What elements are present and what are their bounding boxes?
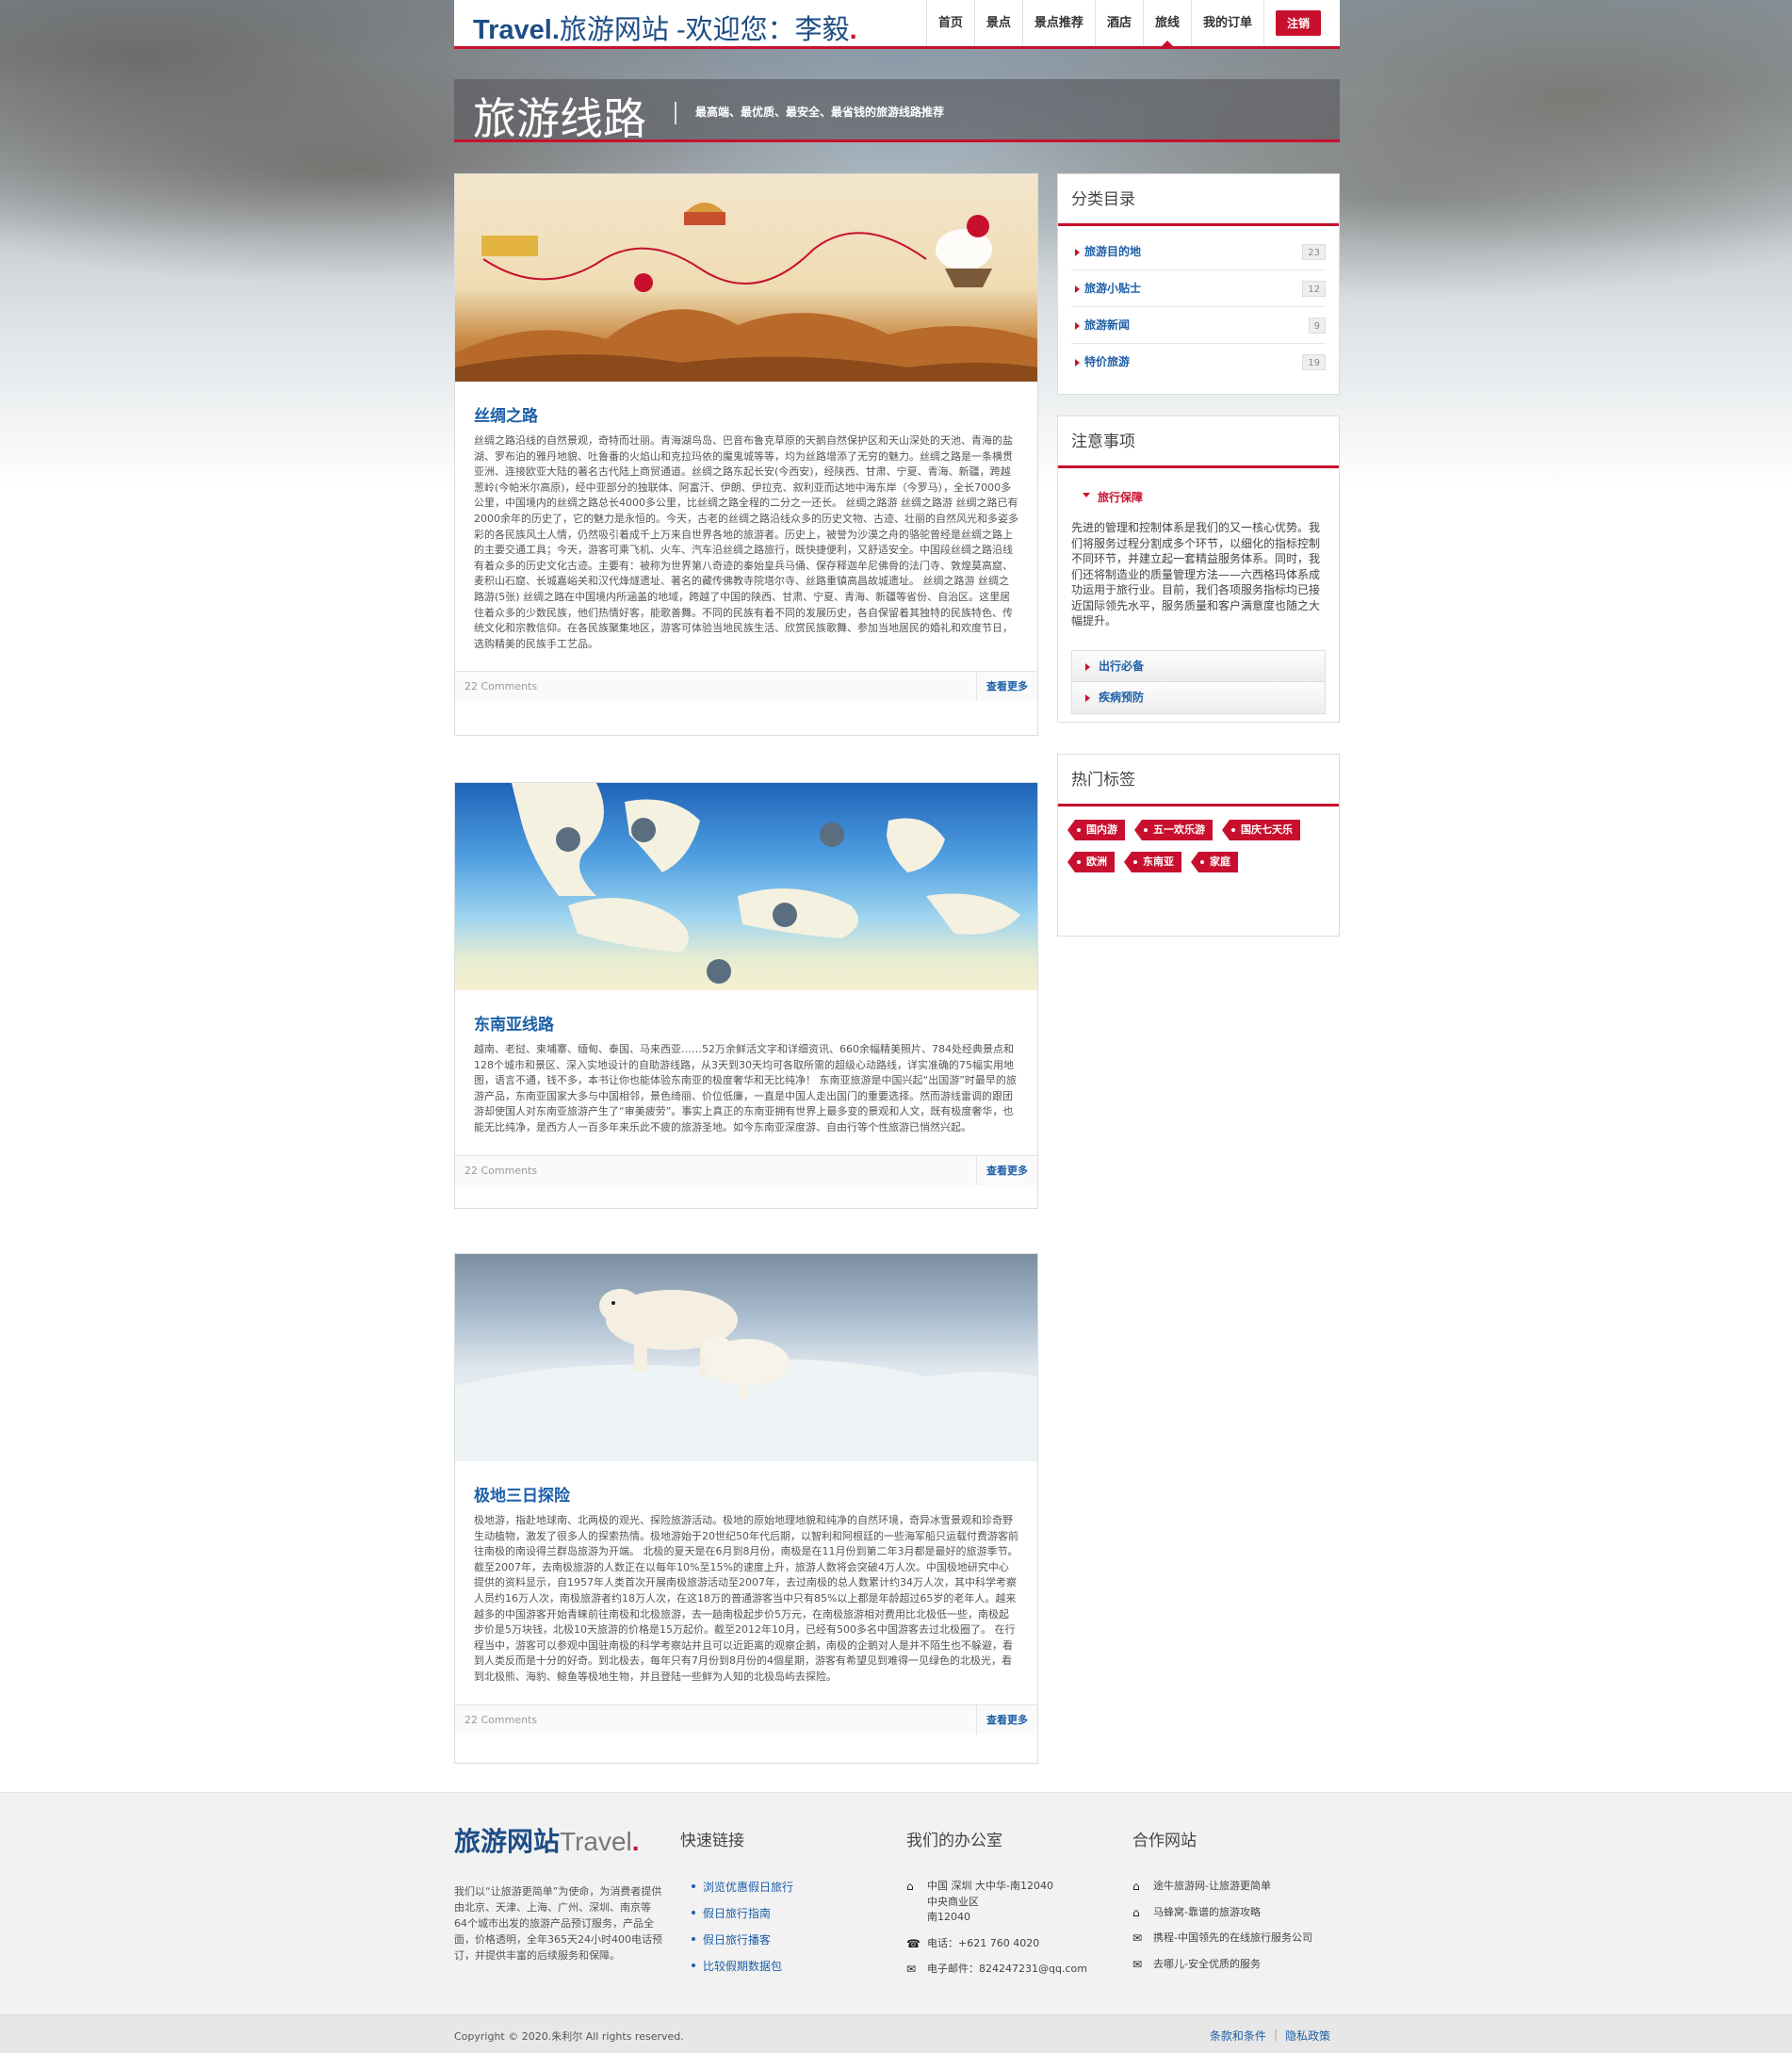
categories-title: 分类目录 bbox=[1058, 174, 1339, 226]
nav-hotel[interactable]: 酒店 bbox=[1094, 0, 1143, 46]
read-more-button[interactable]: 查看更多 bbox=[976, 672, 1037, 702]
mail-icon: ✉ bbox=[1132, 1957, 1143, 1971]
category-count: 12 bbox=[1302, 281, 1326, 297]
office-phone: ☎ 电话：+621 760 4020 bbox=[906, 1936, 1040, 1950]
logout-wrapper: 注销 bbox=[1263, 0, 1340, 46]
footer-about: 旅游网站Travel. 我们以“让旅游更简单”为使命，为消费者提供由北京、天津、… bbox=[454, 1821, 663, 1963]
partner-link[interactable]: ⌂ 马蜂窝-靠谱的旅游攻略 bbox=[1132, 1905, 1359, 1921]
comments-count[interactable]: 22 Comments bbox=[464, 1714, 537, 1726]
copyright-text: Copyright © 2020.朱利尔 All rights reserved… bbox=[454, 2030, 684, 2043]
category-count: 23 bbox=[1302, 244, 1326, 260]
office-email[interactable]: ✉ 电子邮件：824247231@qq.com bbox=[906, 1962, 1114, 1978]
footer-quick-links: 快速链接 浏览优惠假日旅行 假日旅行指南 假日旅行播客 比较假期数据包 bbox=[680, 1821, 793, 1984]
partners-title: 合作网站 bbox=[1132, 1832, 1197, 1850]
footer-logo[interactable]: 旅游网站Travel. bbox=[454, 1821, 663, 1859]
legal-links: 条款和条件 | 隐私政策 bbox=[1202, 2028, 1338, 2044]
privacy-link[interactable]: 隐私政策 bbox=[1278, 2028, 1338, 2044]
post-card: 极地三日探险 极地游，指赴地球南、北两极的观光、探险旅游活动。极地的原始地理地貌… bbox=[454, 1253, 1038, 1764]
office-address: ⌂ 中国 深圳 大中华-南12040 中央商业区 南12040 bbox=[906, 1880, 1053, 1923]
post-footer: 22 Comments 查看更多 bbox=[455, 1703, 1037, 1735]
post-card: 丝绸之路 丝绸之路沿线的自然景观，奇特而壮丽。青海湖鸟岛、巴音布鲁克草原的天鹅自… bbox=[454, 173, 1038, 736]
post-image-silk-road[interactable] bbox=[455, 174, 1037, 382]
home-icon: ⌂ bbox=[1132, 1880, 1140, 1893]
read-more-button[interactable]: 查看更多 bbox=[976, 1155, 1037, 1185]
accordion-item-disease-prevention[interactable]: 疾病预防 bbox=[1072, 681, 1325, 713]
title-divider bbox=[675, 102, 676, 124]
partner-link[interactable]: ✉ 去哪儿-安全优质的服务 bbox=[1132, 1957, 1359, 1973]
mail-icon: ✉ bbox=[1132, 1931, 1143, 1945]
post-footer: 22 Comments 查看更多 bbox=[455, 671, 1037, 702]
site-logo[interactable]: Travel.旅游网站 -欢迎您：李毅. bbox=[473, 8, 857, 47]
terms-link[interactable]: 条款和条件 bbox=[1202, 2028, 1274, 2044]
page-title-band: 旅游线路 最高端、最优质、最安全、最省钱的旅游线路推荐 bbox=[454, 79, 1340, 144]
page-subtitle: 最高端、最优质、最安全、最省钱的旅游线路推荐 bbox=[695, 106, 945, 119]
quick-links-list: 浏览优惠假日旅行 假日旅行指南 假日旅行播客 比较假期数据包 bbox=[680, 1879, 793, 1984]
notice-section-title[interactable]: 旅行保障 bbox=[1083, 489, 1339, 505]
nav-routes[interactable]: 旅线 bbox=[1142, 0, 1191, 46]
phone-icon: ☎ bbox=[906, 1936, 920, 1950]
category-item[interactable]: 旅游新闻 9 bbox=[1071, 307, 1326, 344]
post-title[interactable]: 极地三日探险 bbox=[474, 1482, 1018, 1506]
tag[interactable]: 东南亚 bbox=[1124, 852, 1181, 872]
page-title: 旅游线路 bbox=[473, 93, 646, 144]
notice-accordion: 出行必备 疾病预防 bbox=[1071, 649, 1326, 714]
categories-widget: 分类目录 旅游目的地 23 旅游小贴士 12 旅游新闻 9 特价旅游 19 bbox=[1057, 173, 1340, 395]
categories-list: 旅游目的地 23 旅游小贴士 12 旅游新闻 9 特价旅游 19 bbox=[1058, 226, 1339, 386]
tag-cloud: 国内游 五一欢乐游 国庆七天乐 欧洲 东南亚 家庭 bbox=[1058, 807, 1339, 903]
tag[interactable]: 欧洲 bbox=[1067, 852, 1115, 872]
post-card: 东南亚线路 越南、老挝、柬埔寨、缅甸、泰国、马来西亚……52万余鲜活文字和详细资… bbox=[454, 782, 1038, 1209]
office-title: 我们的办公室 bbox=[906, 1832, 1002, 1850]
tags-title: 热门标签 bbox=[1058, 755, 1339, 807]
comments-count[interactable]: 22 Comments bbox=[464, 1165, 537, 1177]
quick-links-title: 快速链接 bbox=[680, 1832, 744, 1850]
category-item[interactable]: 特价旅游 19 bbox=[1071, 344, 1326, 381]
post-title[interactable]: 东南亚线路 bbox=[474, 1011, 1018, 1035]
tag[interactable]: 五一欢乐游 bbox=[1134, 820, 1213, 840]
footer-partners: 合作网站 ⌂ 途牛旅游网-让旅游更简单 ⌂ 马蜂窝-靠谱的旅游攻略 ✉ 携程-中国领先… bbox=[1132, 1821, 1359, 1982]
partner-link[interactable]: ✉ 携程-中国领先的在线旅行服务公司 bbox=[1132, 1931, 1359, 1947]
category-count: 19 bbox=[1302, 354, 1326, 370]
main-nav: 首页 景点 景点推荐 酒店 旅线 我的订单 注销 bbox=[925, 0, 1340, 46]
quick-link[interactable]: 比较假期数据包 bbox=[680, 1958, 793, 1984]
notice-widget: 注意事项 旅行保障 先进的管理和控制体系是我们的又一核心优势。我们将服务过程分割… bbox=[1057, 415, 1340, 723]
post-title[interactable]: 丝绸之路 bbox=[474, 402, 1018, 426]
nav-home[interactable]: 首页 bbox=[925, 0, 974, 46]
footer-about-text: 我们以“让旅游更简单”为使命，为消费者提供由北京、天津、上海、广州、深圳、南京等… bbox=[454, 1885, 662, 1962]
post-body: 极地游，指赴地球南、北两极的观光、探险旅游活动。极地的原始地理地貌和纯净的自然环… bbox=[474, 1514, 1018, 1683]
nav-my-orders[interactable]: 我的订单 bbox=[1190, 0, 1263, 46]
top-navbar: Travel.旅游网站 -欢迎您：李毅. 首页 景点 景点推荐 酒店 旅线 我的… bbox=[454, 0, 1340, 49]
tag[interactable]: 国庆七天乐 bbox=[1222, 820, 1300, 840]
post-image-polar[interactable] bbox=[455, 1254, 1037, 1461]
post-image-southeast-asia[interactable] bbox=[455, 783, 1037, 990]
accordion-item-travel-essentials[interactable]: 出行必备 bbox=[1072, 650, 1325, 682]
category-count: 9 bbox=[1308, 318, 1326, 334]
category-item[interactable]: 旅游目的地 23 bbox=[1071, 234, 1326, 270]
mail-icon: ✉ bbox=[906, 1963, 917, 1976]
quick-link[interactable]: 浏览优惠假日旅行 bbox=[680, 1879, 793, 1905]
tag[interactable]: 国内游 bbox=[1067, 820, 1125, 840]
read-more-button[interactable]: 查看更多 bbox=[976, 1704, 1037, 1735]
home-icon: ⌂ bbox=[1132, 1905, 1140, 1919]
logout-button[interactable]: 注销 bbox=[1275, 10, 1321, 36]
post-footer: 22 Comments 查看更多 bbox=[455, 1154, 1037, 1185]
partner-link[interactable]: ⌂ 途牛旅游网-让旅游更简单 bbox=[1132, 1879, 1359, 1895]
nav-recommended[interactable]: 景点推荐 bbox=[1021, 0, 1095, 46]
notice-title: 注意事项 bbox=[1058, 416, 1339, 468]
quick-link[interactable]: 假日旅行指南 bbox=[680, 1905, 793, 1931]
quick-link[interactable]: 假日旅行播客 bbox=[680, 1931, 793, 1958]
footer: 旅游网站Travel. 我们以“让旅游更简单”为使命，为消费者提供由北京、天津、… bbox=[0, 1792, 1792, 2014]
tag[interactable]: 家庭 bbox=[1191, 852, 1238, 872]
footer-office: 我们的办公室 ⌂ 中国 深圳 大中华-南12040 中央商业区 南12040 ☎ 电… bbox=[906, 1821, 1114, 1988]
post-body: 丝绸之路沿线的自然景观，奇特而壮丽。青海湖鸟岛、巴音布鲁克草原的天鹅自然保护区和… bbox=[474, 434, 1018, 650]
post-body: 越南、老挝、柬埔寨、缅甸、泰国、马来西亚……52万余鲜活文字和详细资讯、660余… bbox=[474, 1043, 1017, 1133]
notice-text: 先进的管理和控制体系是我们的又一核心优势。我们将服务过程分割成多个环节，以细化的… bbox=[1071, 521, 1321, 627]
nav-attractions[interactable]: 景点 bbox=[973, 0, 1022, 46]
category-item[interactable]: 旅游小贴士 12 bbox=[1071, 270, 1326, 307]
comments-count[interactable]: 22 Comments bbox=[464, 680, 537, 692]
tags-widget: 热门标签 国内游 五一欢乐游 国庆七天乐 欧洲 东南亚 家庭 bbox=[1057, 754, 1340, 937]
home-icon: ⌂ bbox=[906, 1880, 914, 1893]
copyright-bar: Copyright © 2020.朱利尔 All rights reserved… bbox=[0, 2014, 1792, 2053]
